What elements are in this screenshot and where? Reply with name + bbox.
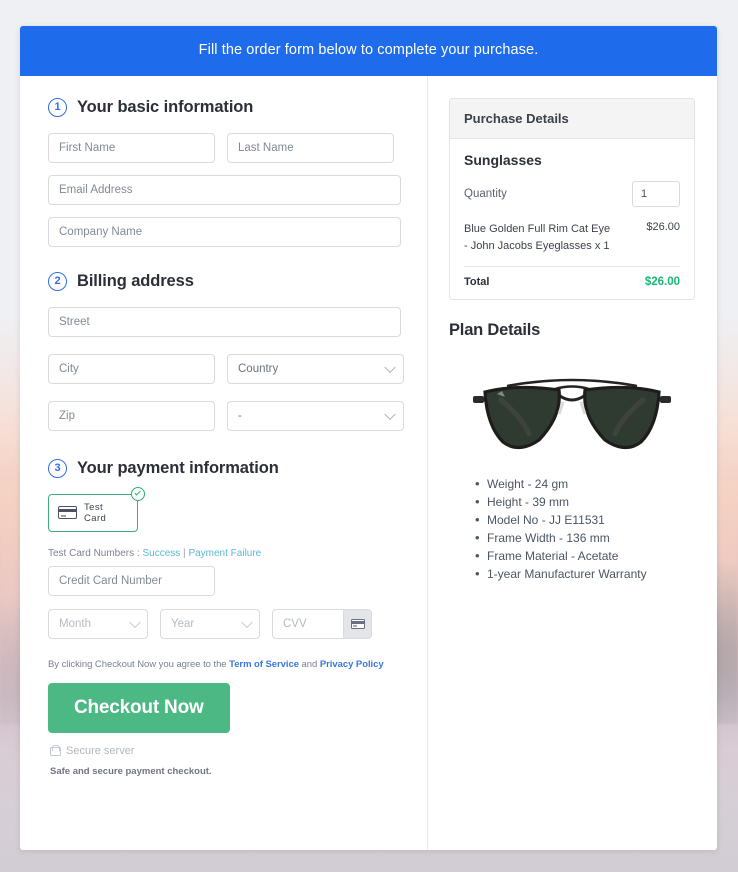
street-input[interactable]: Street [48, 306, 401, 337]
section-header-basic-information: 1 Your basic information [48, 97, 401, 117]
cvv-input[interactable]: CVV [273, 610, 343, 638]
cvv-help-button[interactable] [343, 609, 371, 638]
checkout-now-button[interactable]: Checkout Now [48, 682, 230, 733]
terms-prefix: By clicking Checkout Now you agree to th… [48, 658, 230, 670]
credit-card-number-input[interactable]: Credit Card Number [48, 565, 215, 596]
secure-server-note: Secure server [50, 745, 401, 757]
total-value: $26.00 [644, 275, 680, 288]
company-name-input[interactable]: Company Name [48, 216, 401, 247]
term-of-service-link[interactable]: Term of Service [229, 659, 299, 670]
city-country-row: City Country [48, 353, 404, 384]
test-card-numbers-line: Test Card Numbers : Success | Payment Fa… [48, 548, 401, 559]
success-test-card-link[interactable]: Success [142, 548, 180, 559]
section-title-payment-information: Your payment information [77, 458, 279, 477]
purchase-details-panel: Purchase Details Sunglasses Quantity 1 B… [449, 97, 695, 300]
section-header-payment-information: 3 Your payment information [48, 458, 401, 478]
zip-input[interactable]: Zip [48, 400, 215, 431]
card-back-icon [350, 618, 365, 629]
state-select[interactable]: - [227, 400, 404, 431]
chevron-down-icon [384, 361, 396, 373]
line-item-name: Blue Golden Full Rim Cat Eye - John Jaco… [464, 222, 611, 252]
expiry-month-select[interactable]: Month [48, 608, 148, 639]
country-select-value: Country [238, 362, 279, 375]
total-row: Total $26.00 [464, 265, 680, 288]
quantity-label: Quantity [464, 187, 507, 200]
checkout-body: 1 Your basic information First Name Last… [20, 75, 717, 851]
check-circle-icon [131, 486, 145, 501]
plan-feature-list: Weight - 24 gm Height - 39 mm Model No -… [449, 474, 695, 584]
step-badge-1: 1 [48, 97, 67, 117]
privacy-policy-link[interactable]: Privacy Policy [320, 659, 384, 670]
name-row: First Name Last Name [48, 132, 401, 163]
test-card-option[interactable]: Test Card [48, 493, 138, 532]
line-item-price: $26.00 [646, 220, 680, 233]
expiry-cvv-row: Month Year CVV [48, 608, 401, 639]
terms-agreement-text: By clicking Checkout Now you agree to th… [48, 659, 401, 670]
purchase-summary-column: Purchase Details Sunglasses Quantity 1 B… [428, 76, 717, 851]
country-select[interactable]: Country [227, 353, 404, 384]
section-title-basic-information: Your basic information [77, 97, 254, 116]
last-name-input[interactable]: Last Name [227, 132, 394, 163]
step-badge-2: 2 [48, 271, 67, 291]
plan-feature-item: Model No - JJ E11531 [475, 510, 695, 530]
chevron-down-icon [129, 616, 141, 628]
page-banner: Fill the order form below to complete yo… [20, 26, 717, 76]
street-row: Street [48, 306, 401, 337]
payment-method-selector[interactable]: Test Card [48, 486, 145, 532]
terms-mid: and [298, 658, 320, 670]
checkout-card: Fill the order form below to complete yo… [20, 26, 717, 850]
total-label: Total [464, 275, 490, 288]
purchase-details-body: Sunglasses Quantity 1 Blue Golden Full R… [450, 139, 694, 299]
plan-feature-item: Weight - 24 gm [475, 474, 695, 494]
lock-icon [50, 745, 61, 756]
zip-state-row: Zip - [48, 400, 404, 431]
plan-feature-item: Frame Width - 136 mm [475, 528, 695, 548]
section-header-billing-address: 2 Billing address [48, 271, 401, 291]
expiry-month-value: Month [59, 617, 91, 630]
plan-feature-item: Height - 39 mm [475, 492, 695, 512]
purchase-details-heading: Purchase Details [450, 98, 694, 139]
city-input[interactable]: City [48, 353, 215, 384]
safe-checkout-note: Safe and secure payment checkout. [50, 765, 212, 777]
payment-failure-test-card-link[interactable]: Payment Failure [188, 548, 261, 559]
first-name-input[interactable]: First Name [48, 132, 215, 163]
cvv-field-group[interactable]: CVV [272, 608, 372, 639]
section-title-billing-address: Billing address [77, 271, 194, 290]
line-item-row: Blue Golden Full Rim Cat Eye - John Jaco… [464, 221, 680, 255]
plan-feature-item: 1-year Manufacturer Warranty [475, 564, 695, 584]
product-image [449, 356, 695, 461]
credit-card-icon [58, 506, 77, 519]
checkout-form-column: 1 Your basic information First Name Last… [20, 75, 428, 850]
email-row: Email Address [48, 174, 401, 205]
step-badge-3: 3 [48, 458, 67, 478]
expiry-year-value: Year [171, 617, 195, 630]
secure-server-label: Secure server [66, 744, 135, 757]
test-card-numbers-label: Test Card Numbers : [48, 547, 143, 559]
email-input[interactable]: Email Address [48, 174, 401, 205]
state-select-value: - [238, 409, 242, 422]
quantity-row: Quantity 1 [464, 180, 680, 207]
plan-feature-item: Frame Material - Acetate [475, 546, 695, 566]
sunglasses-illustration [473, 378, 671, 449]
product-title: Sunglasses [464, 151, 542, 168]
expiry-year-select[interactable]: Year [160, 608, 260, 639]
test-card-label: Test Card [84, 501, 107, 524]
plan-details-heading: Plan Details [449, 320, 541, 339]
company-row: Company Name [48, 216, 401, 247]
chevron-down-icon [241, 616, 253, 628]
chevron-down-icon [384, 408, 396, 420]
quantity-input[interactable]: 1 [632, 180, 680, 207]
